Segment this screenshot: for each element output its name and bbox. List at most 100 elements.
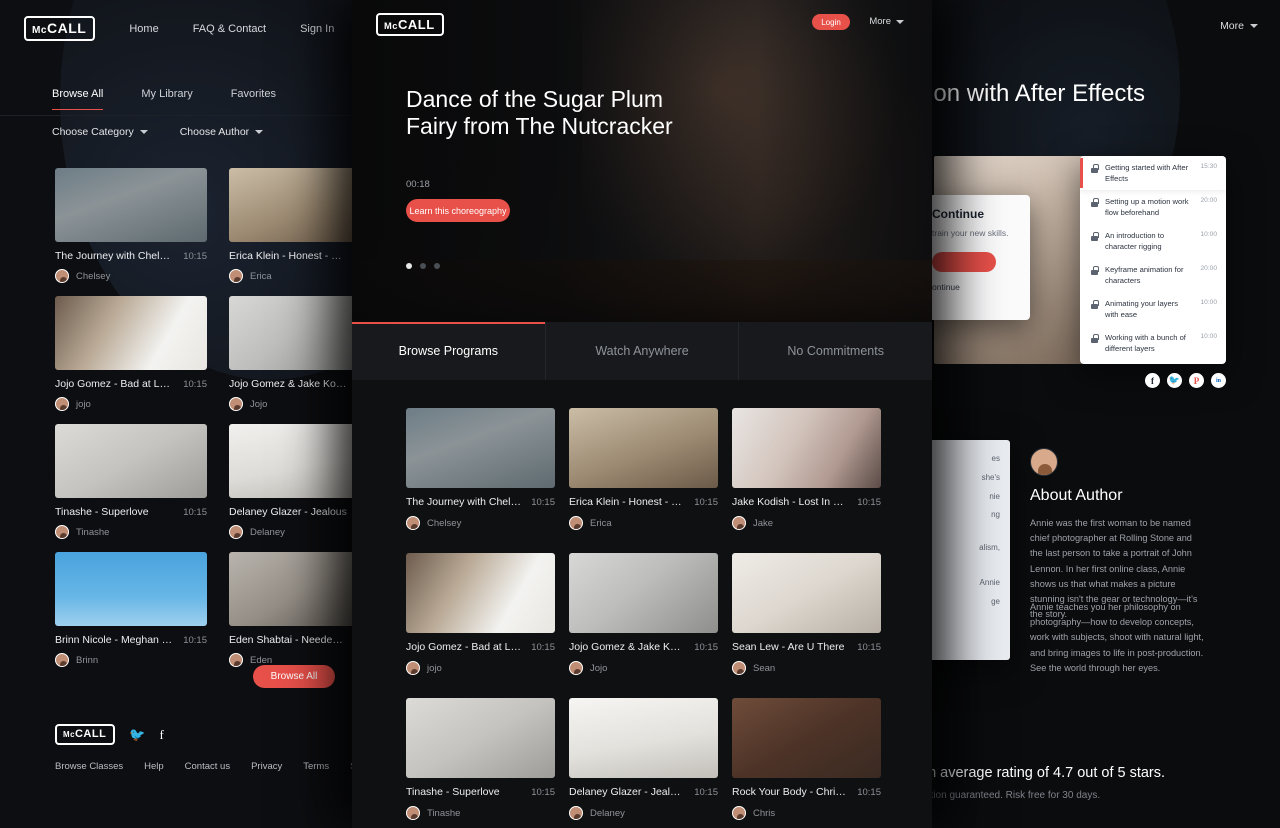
- lesson-title: Working with a bunch of different layers: [1105, 333, 1186, 353]
- footer-link-terms[interactable]: Terms: [303, 761, 329, 772]
- facebook-icon[interactable]: f: [160, 727, 164, 743]
- card-author-name: Tinashe: [427, 807, 461, 819]
- footer-mccall-logo[interactable]: McCALL: [55, 724, 116, 745]
- list-item[interactable]: The Journey with Chelsey Korus 10:15 Chel…: [406, 408, 555, 530]
- card-author: Jojo: [569, 661, 718, 675]
- card-thumbnail: [569, 408, 718, 488]
- occluded-line: es: [991, 454, 1000, 463]
- continue-card-button-label: ontinue: [932, 282, 960, 292]
- center-header-nav: McCALL: [376, 13, 444, 37]
- list-item[interactable]: Erica Klein - Honest - Shawn...10:15 Eri…: [569, 408, 718, 530]
- occluded-line: Annie: [979, 577, 1000, 587]
- card-thumbnail: [229, 424, 360, 498]
- lesson-duration: 15:30: [1200, 163, 1217, 170]
- card-title: Jake Kodish - Lost In Japan: [732, 496, 848, 508]
- card-thumbnail: [229, 552, 360, 626]
- tab-no-commitments[interactable]: No Commitments: [738, 322, 932, 380]
- filter-choose-category[interactable]: Choose Category: [52, 126, 148, 138]
- occluded-review-card: es she's nie ng alism, Annie ge: [920, 440, 1010, 660]
- linkedin-icon[interactable]: in: [1211, 373, 1226, 388]
- more-menu[interactable]: More: [1220, 20, 1258, 32]
- carousel-dot-1[interactable]: [406, 263, 412, 269]
- list-item[interactable]: Brinn Nicole - Meghan Trainor 10:15 Brinn: [55, 552, 207, 667]
- login-button[interactable]: Login: [812, 14, 850, 30]
- hero-duration: 00:18: [406, 179, 430, 190]
- list-item[interactable]: Delaney Glazer - Jealous10:15 Delaney: [569, 698, 718, 820]
- card-author-name: Erica: [590, 517, 612, 529]
- card-author-name: Tinashe: [76, 526, 110, 538]
- facebook-icon[interactable]: f: [1145, 373, 1160, 388]
- left-header-nav: McCALL Home FAQ & Contact Sign In: [24, 16, 334, 42]
- list-item[interactable]: Setting up a motion work flow beforehand…: [1080, 190, 1226, 224]
- list-item[interactable]: Delaney Glazer - Jealous10:15 Delaney: [229, 424, 360, 539]
- list-item[interactable]: Getting started with After Effects 15:30: [1080, 156, 1226, 190]
- card-author-name: Chris: [753, 807, 776, 819]
- card-author-name: Delaney: [590, 807, 625, 819]
- card-thumbnail: [406, 408, 555, 488]
- list-item[interactable]: Jojo Gomez - Bad at Love 10:15 jojo: [406, 553, 555, 675]
- avatar: [406, 516, 420, 530]
- filter-choose-author[interactable]: Choose Author: [180, 126, 264, 138]
- more-label: More: [1220, 20, 1244, 32]
- avatar: [732, 806, 746, 820]
- list-item[interactable]: The Journey with Chelsey Korus 10:15 Chel…: [55, 168, 207, 283]
- carousel-dot-3[interactable]: [434, 263, 440, 269]
- tab-favorites[interactable]: Favorites: [231, 88, 276, 110]
- twitter-icon[interactable]: 🐦: [129, 727, 145, 743]
- nav-link-faq-contact[interactable]: FAQ & Contact: [193, 23, 266, 35]
- nav-link-home[interactable]: Home: [129, 23, 158, 35]
- footer-link-browse-classes[interactable]: Browse Classes: [55, 761, 123, 772]
- browse-all-button[interactable]: Browse All: [253, 665, 335, 688]
- list-item[interactable]: Preparing your animation for: [1080, 360, 1226, 364]
- lesson-title: Setting up a motion work flow beforehand: [1105, 197, 1189, 217]
- card-title: Brinn Nicole - Meghan Trainor: [55, 634, 173, 646]
- list-item[interactable]: Rock Your Body - Chris Brown 10:15 Chris: [732, 698, 881, 820]
- about-author-paragraph-2: Annie teaches you her philosophy on phot…: [1030, 602, 1204, 673]
- list-item[interactable]: Tinashe - Superlove 10:15 Tinashe: [406, 698, 555, 820]
- avatar: [406, 806, 420, 820]
- avatar: [55, 653, 69, 667]
- list-item[interactable]: An introduction to character rigging 10:0…: [1080, 224, 1226, 258]
- list-item[interactable]: Keyframe animation for characters 20:00: [1080, 258, 1226, 292]
- more-menu[interactable]: More: [869, 16, 904, 27]
- card-author: Tinashe: [55, 525, 207, 539]
- footer-link-help[interactable]: Help: [144, 761, 164, 772]
- list-item[interactable]: Sean Lew - Are U There 10:15 Sean: [732, 553, 881, 675]
- list-item[interactable]: Jojo Gomez - Bad at Love 10:15 jojo: [55, 296, 207, 411]
- page-title: ration with After Effects: [920, 80, 1146, 107]
- list-item[interactable]: Jake Kodish - Lost In Japan 10:15 Jake: [732, 408, 881, 530]
- nav-link-sign-in[interactable]: Sign In: [300, 23, 334, 35]
- list-item[interactable]: Tinashe - Superlove 10:15 Tinashe: [55, 424, 207, 539]
- hero-title: Dance of the Sugar Plum Fairy from The N…: [406, 86, 673, 139]
- mccall-logo[interactable]: McCALL: [376, 13, 444, 37]
- footer-link-contact-us[interactable]: Contact us: [185, 761, 230, 772]
- list-item[interactable]: Animating your layers with ease 10:00: [1080, 292, 1226, 326]
- avatar: [229, 653, 243, 667]
- chevron-down-icon: [896, 19, 904, 24]
- left-card-grid: The Journey with Chelsey Korus 10:15 Chel…: [55, 168, 360, 667]
- list-item[interactable]: Eden Shabtai - Needed Me10:15 Eden: [229, 552, 360, 667]
- twitter-icon[interactable]: 🐦: [1167, 373, 1182, 388]
- chevron-down-icon: [255, 130, 264, 134]
- carousel-dot-2[interactable]: [420, 263, 426, 269]
- mccall-logo[interactable]: McCALL: [24, 16, 96, 42]
- tab-browse-all[interactable]: Browse All: [52, 88, 104, 110]
- left-browse-page: McCALL Home FAQ & Contact Sign In Browse…: [0, 0, 360, 828]
- list-item[interactable]: Jojo Gomez & Jake Kodish10:15 Jojo: [229, 296, 360, 411]
- card-author: Delaney: [569, 806, 718, 820]
- tab-browse-programs[interactable]: Browse Programs: [352, 322, 545, 380]
- footer-link-privacy[interactable]: Privacy: [251, 761, 282, 772]
- card-duration: 10:15: [183, 379, 207, 390]
- card-thumbnail: [569, 553, 718, 633]
- list-item[interactable]: Jojo Gomez & Jake Kodish10:15 Jojo: [569, 553, 718, 675]
- learn-choreography-button[interactable]: Learn this choreography: [406, 199, 510, 222]
- occluded-line: ng: [991, 510, 1000, 520]
- card-duration: 10:15: [857, 497, 881, 508]
- occluded-line: alism,: [979, 543, 1000, 553]
- pinterest-icon[interactable]: P: [1189, 373, 1204, 388]
- list-item[interactable]: Erica Klein - Honest - Shawn...10:15 Eri…: [229, 168, 360, 283]
- tab-watch-anywhere[interactable]: Watch Anywhere: [544, 322, 739, 380]
- continue-card-button[interactable]: [932, 252, 996, 272]
- list-item[interactable]: Working with a bunch of different layers…: [1080, 326, 1226, 360]
- tab-my-library[interactable]: My Library: [141, 88, 192, 110]
